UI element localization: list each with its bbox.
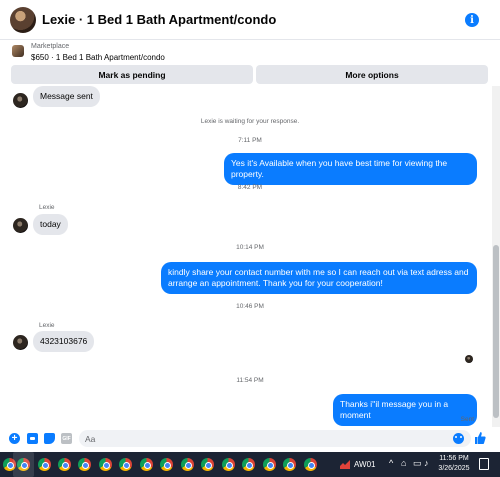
message-bubble-incoming[interactable]: Message sent [33,86,100,107]
chrome-icon[interactable] [201,458,214,471]
message-bubble-incoming[interactable]: today [33,214,68,235]
timestamp: 7:11 PM [238,137,262,144]
avatar[interactable] [10,6,36,33]
avatar[interactable] [13,335,28,350]
chrome-icon[interactable] [140,458,153,471]
notification-icon[interactable] [479,458,489,470]
chrome-icon[interactable] [181,458,194,471]
clock-time[interactable]: 11:56 PM [438,455,470,462]
read-receipt-avatar [465,355,473,363]
listing-title[interactable]: $650 · 1 Bed 1 Bath Apartment/condo [31,53,165,62]
sender-name: Lexie [39,322,55,329]
timestamp: 10:46 PM [236,303,264,310]
photo-icon[interactable] [27,433,38,444]
network-icon[interactable]: ⌂ [401,458,406,468]
chrome-icon[interactable] [99,458,112,471]
emoji-icon[interactable] [453,433,464,444]
message-bubble-outgoing[interactable]: Yes it's Available when you have best ti… [224,153,477,185]
chrome-icon[interactable] [78,458,91,471]
scrollbar-thumb[interactable] [493,245,499,418]
waiting-notice: Lexie is waiting for your response. [200,118,300,125]
stock-chart-icon[interactable] [340,460,350,469]
chrome-icon[interactable] [13,452,34,477]
marketplace-label: Marketplace [31,43,70,50]
chrome-icon[interactable] [263,458,276,471]
avatar[interactable] [13,218,28,233]
chrome-icon[interactable] [58,458,71,471]
message-bubble-outgoing[interactable]: kindly share your contact number with me… [161,262,477,294]
chrome-icon[interactable] [119,458,132,471]
chrome-icon[interactable] [222,458,235,471]
conversation-title[interactable]: Lexie · 1 Bed 1 Bath Apartment/condo [42,12,276,27]
message-input[interactable] [79,430,471,447]
conversation-header: Lexie · 1 Bed 1 Bath Apartment/condo i [0,0,500,40]
stock-ticker[interactable]: AW01 [354,460,376,469]
sent-status: Sent [460,416,474,423]
chrome-icon[interactable] [304,458,317,471]
clock-date[interactable]: 3/26/2025 [438,465,470,472]
message-list: Message sent Lexie is waiting for your r… [0,86,500,427]
thumbs-up-icon[interactable] [474,431,486,445]
display-icon[interactable]: ▭ [413,458,422,469]
chrome-icon[interactable] [38,458,51,471]
timestamp: 10:14 PM [236,244,264,251]
chrome-icon[interactable] [160,458,173,471]
message-bubble-incoming[interactable]: 4323103676 [33,331,95,352]
volume-icon[interactable]: ♪ [424,458,429,468]
listing-thumbnail[interactable] [12,45,24,57]
gif-icon[interactable]: GIF [61,433,72,444]
avatar[interactable] [13,93,28,108]
plus-icon[interactable]: + [9,433,20,444]
chevron-up-icon[interactable]: ^ [389,458,393,468]
message-bubble-outgoing[interactable]: Thanks i''il message you in a moment [333,394,477,426]
timestamp: 8:42 PM [237,184,263,191]
chrome-icon[interactable] [283,458,296,471]
chrome-icon[interactable] [242,458,255,471]
more-options-button[interactable]: More options [256,65,488,84]
sender-name: Lexie [39,204,55,211]
info-icon[interactable]: i [465,13,479,27]
mark-as-pending-button[interactable]: Mark as pending [11,65,253,84]
timestamp: 11:54 PM [236,377,264,384]
